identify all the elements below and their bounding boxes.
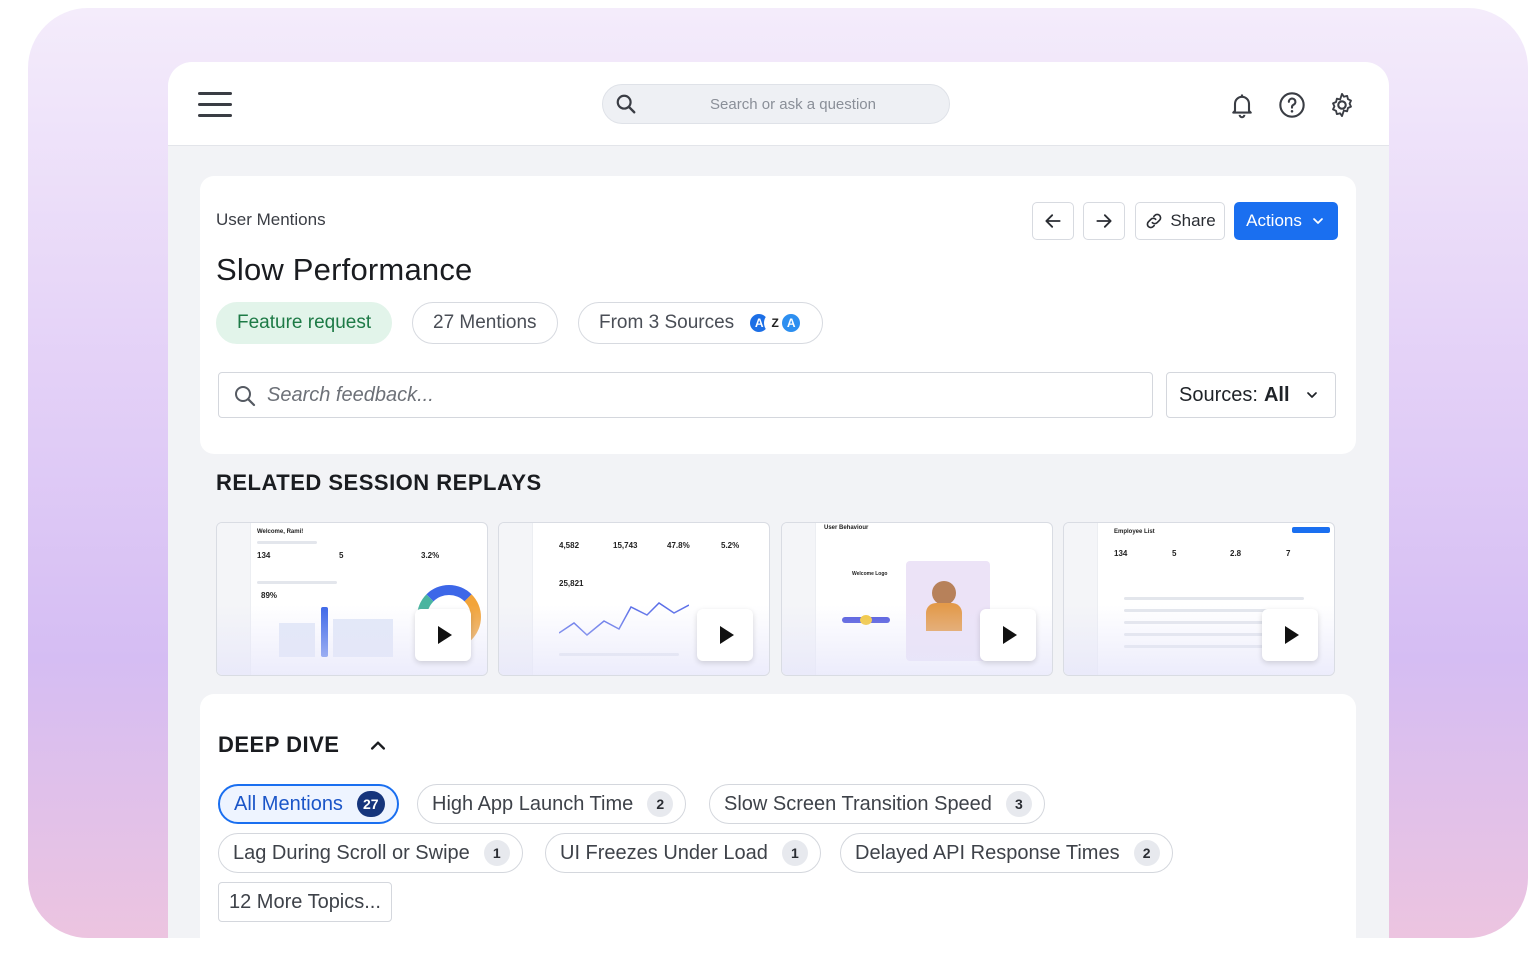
topic-slow-screen-transition-speed[interactable]: Slow Screen Transition Speed 3 (709, 784, 1045, 824)
topic-label: UI Freezes Under Load (560, 841, 768, 864)
replay-button (1292, 527, 1330, 533)
topic-count: 2 (647, 791, 674, 817)
feedback-search-input[interactable] (267, 373, 1127, 417)
replay-line (257, 581, 337, 584)
mention-header-card: User Mentions Slow Performance Share Act… (200, 176, 1356, 454)
chevron-down-icon (1306, 392, 1317, 398)
more-topics-button[interactable]: 12 More Topics... (218, 882, 392, 922)
play-button[interactable] (415, 609, 471, 661)
gear-icon[interactable] (1328, 91, 1356, 119)
session-replay-card[interactable]: Employee List 134 5 2.8 7 (1063, 522, 1335, 676)
link-icon (1146, 213, 1162, 229)
topic-all-mentions[interactable]: All Mentions 27 (218, 784, 399, 824)
replay-stat: 25,821 (559, 579, 584, 588)
session-replay-card[interactable]: 4,582 15,743 47.8% 5.2% 25,821 (498, 522, 770, 676)
share-label: Share (1170, 211, 1216, 230)
topic-count: 1 (483, 840, 510, 866)
topic-count: 3 (1005, 791, 1032, 817)
actions-label: Actions (1246, 211, 1302, 230)
replay-stat: 5.2% (721, 541, 740, 550)
sources-filter-label: Sources: (1179, 383, 1258, 406)
app-store-icon-2: A (780, 312, 803, 334)
replay-heading: Welcome, Rami! (257, 529, 304, 535)
device-frame: User Mentions Slow Performance Share Act… (28, 8, 1528, 938)
play-button[interactable] (697, 609, 753, 661)
play-icon (720, 626, 734, 644)
replay-avatar (932, 581, 956, 605)
help-icon[interactable] (1278, 91, 1306, 119)
topic-label: Delayed API Response Times (855, 841, 1120, 864)
app-window: User Mentions Slow Performance Share Act… (168, 62, 1389, 938)
deep-dive-card: DEEP DIVE All Mentions 27 High App Launc… (200, 694, 1356, 938)
session-replay-card[interactable]: User Behaviour Welcome Logo (781, 522, 1053, 676)
play-icon (1003, 626, 1017, 644)
replay-stat: 15,743 (613, 541, 638, 550)
breadcrumb[interactable]: User Mentions (216, 210, 326, 230)
play-button[interactable] (980, 609, 1036, 661)
chevron-down-icon (1313, 218, 1323, 224)
replay-stat: 134 (1114, 549, 1128, 558)
share-button[interactable]: Share (1135, 202, 1225, 240)
replay-heading: User Behaviour (824, 525, 869, 531)
sources-pill[interactable]: From 3 Sources A Z A (578, 302, 824, 344)
sources-filter-select[interactable]: Sources: All (1166, 372, 1336, 418)
topic-delayed-api-response-times[interactable]: Delayed API Response Times 2 (840, 833, 1173, 873)
sources-filter-value: All (1263, 383, 1290, 406)
page-title: Slow Performance (216, 252, 473, 287)
menu-icon[interactable] (198, 92, 232, 118)
global-search-input[interactable] (663, 85, 923, 123)
chevron-up-icon[interactable] (368, 736, 388, 756)
category-badge: Feature request (216, 302, 393, 344)
arrow-right-icon (1096, 214, 1112, 228)
replays-section-title: RELATED SESSION REPLAYS (216, 470, 542, 495)
topic-label: Lag During Scroll or Swipe (233, 841, 470, 864)
replays-row: Welcome, Rami! 134 5 3.2% 89% 4,582 15,7… (216, 522, 1336, 676)
session-replay-card[interactable]: Welcome, Rami! 134 5 3.2% 89% (216, 522, 488, 676)
topic-count: 2 (1133, 840, 1160, 866)
play-icon (1285, 626, 1299, 644)
play-icon (438, 626, 452, 644)
top-bar (168, 62, 1389, 146)
topic-high-app-launch-time[interactable]: High App Launch Time 2 (417, 784, 687, 824)
replay-stat: 2.8 (1230, 549, 1242, 558)
replay-stat: 3.2% (421, 551, 440, 560)
source-icons: A Z A (748, 312, 803, 334)
replay-stat: 89% (261, 591, 278, 600)
replay-row (1124, 597, 1304, 600)
replay-stat: 7 (1286, 549, 1291, 558)
actions-dropdown[interactable]: Actions (1234, 202, 1338, 240)
replay-stat: 5 (1172, 549, 1177, 558)
replay-stat: 47.8% (667, 541, 690, 550)
topic-label: Slow Screen Transition Speed (724, 792, 992, 815)
search-icon (235, 386, 256, 407)
bell-icon[interactable] (1228, 91, 1256, 119)
topic-count: 1 (781, 840, 808, 866)
replay-stat: 5 (339, 551, 344, 560)
arrow-left-icon (1045, 214, 1061, 228)
topic-label: High App Launch Time (432, 792, 634, 815)
replay-stat: 4,582 (559, 541, 580, 550)
next-button[interactable] (1083, 202, 1125, 240)
deep-dive-title: DEEP DIVE (218, 732, 340, 757)
topic-count: 27 (356, 791, 385, 817)
global-search[interactable] (602, 84, 950, 124)
topic-lag-during-scroll[interactable]: Lag During Scroll or Swipe 1 (218, 833, 523, 873)
feedback-search[interactable] (218, 372, 1153, 418)
replay-line (257, 541, 317, 544)
replay-heading: Employee List (1114, 529, 1155, 535)
sources-pill-label: From 3 Sources (599, 312, 735, 333)
mentions-count-pill[interactable]: 27 Mentions (412, 302, 558, 344)
replay-label: Welcome Logo (852, 571, 888, 577)
topic-ui-freezes-under-load[interactable]: UI Freezes Under Load 1 (545, 833, 821, 873)
previous-button[interactable] (1032, 202, 1074, 240)
topic-label: All Mentions (234, 792, 343, 815)
replay-stat: 134 (257, 551, 271, 560)
search-icon (616, 94, 636, 114)
play-button[interactable] (1262, 609, 1318, 661)
